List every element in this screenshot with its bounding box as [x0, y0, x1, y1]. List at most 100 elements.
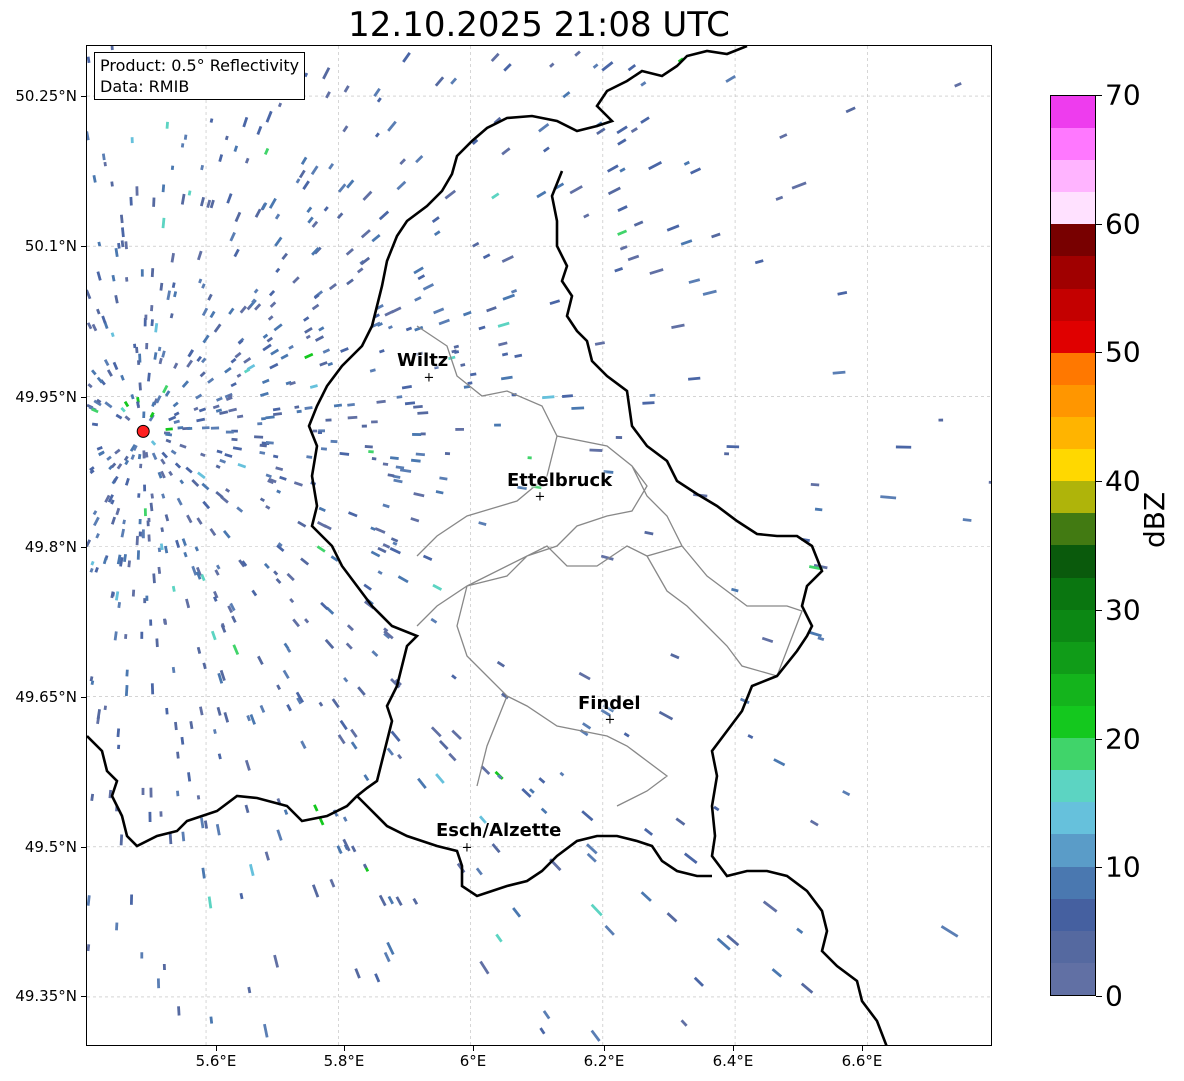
echo-pixel [243, 357, 252, 364]
echo-pixel [383, 951, 391, 963]
echo-pixel [159, 282, 164, 291]
echo-pixel [123, 553, 127, 563]
echo-pixel [251, 589, 258, 597]
y-tick-label: 49.95°N [15, 388, 77, 406]
echo-pixel [176, 790, 180, 797]
echo-pixel [176, 751, 180, 759]
echo-pixel [179, 443, 187, 449]
echo-pixel [244, 759, 251, 771]
echo-pixel [327, 361, 334, 367]
echo-pixel [306, 455, 313, 459]
colorbar-tick-label: 70 [1105, 78, 1141, 112]
echo-pixel [289, 598, 295, 604]
echo-pixel [422, 554, 433, 561]
echo-pixel [274, 213, 281, 220]
echo-pixel [297, 520, 307, 528]
echo-pixel [111, 274, 116, 282]
echo-pixel [215, 396, 223, 402]
echo-pixel [512, 907, 522, 918]
echo-pixel [87, 944, 91, 952]
echo-pixel [583, 213, 590, 219]
echo-pixel [954, 82, 962, 88]
echo-pixel [412, 433, 422, 436]
echo-pixel [402, 52, 411, 63]
colorbar [1050, 95, 1096, 996]
echo-pixel [168, 470, 174, 477]
echo-pixel [219, 458, 226, 464]
echo-pixel [201, 307, 209, 317]
colorbar-tick-label: 0 [1105, 979, 1123, 1013]
echo-pixel [276, 489, 281, 494]
echo-pixel [791, 181, 807, 190]
echo-pixel [644, 530, 654, 536]
y-tick-mark [81, 547, 86, 548]
echo-pixel [265, 415, 275, 420]
echo-pixel [640, 81, 647, 87]
echo-pixel [183, 134, 188, 140]
echo-pixel [170, 252, 175, 263]
y-tick-mark [81, 397, 86, 398]
echo-pixel [259, 451, 266, 455]
echo-pixel [410, 458, 421, 463]
echo-pixel [450, 77, 458, 85]
echo-pixel [93, 516, 100, 527]
echo-pixel [150, 305, 154, 312]
echo-pixel [649, 268, 664, 275]
echo-pixel [328, 282, 338, 291]
echo-pixel [180, 736, 185, 745]
echo-pixel [417, 411, 429, 415]
echo-pixel [269, 362, 279, 370]
echo-pixel [345, 642, 353, 650]
echo-pixel [754, 259, 764, 265]
echo-pixel [282, 669, 290, 679]
echo-pixel [150, 683, 155, 695]
colorbar-segment [1051, 609, 1095, 642]
echo-pixel [279, 475, 287, 481]
echo-pixel [940, 925, 959, 938]
echo-pixel [124, 241, 128, 250]
echo-pixel [197, 250, 203, 261]
echo-pixel [222, 530, 231, 539]
echo-pixel [451, 729, 462, 741]
echo-pixel [574, 50, 581, 57]
echo-pixel [343, 85, 350, 93]
echo-pixel [347, 415, 358, 420]
y-tick-mark [81, 996, 86, 997]
colorbar-segment [1051, 673, 1095, 707]
colorbar-tick-label: 20 [1105, 722, 1141, 756]
x-tick-label: 6°E [459, 1052, 487, 1070]
echo-pixel [201, 283, 206, 289]
echo-pixel [90, 793, 95, 801]
echo-pixel [479, 960, 490, 975]
echo-pixel [120, 374, 125, 381]
echo-pixel [347, 402, 355, 407]
echo-pixel [374, 132, 380, 138]
echo-pixel [94, 566, 99, 573]
echo-pixel [136, 550, 140, 560]
echo-pixel [232, 446, 242, 451]
echo-pixel [148, 811, 152, 823]
echo-pixel [280, 353, 289, 360]
colorbar-segment [1051, 256, 1095, 289]
colorbar-segment [1051, 738, 1095, 771]
echo-pixel [234, 351, 242, 359]
echo-pixel [725, 75, 736, 83]
city-marker-wiltz: + [423, 370, 435, 386]
echo-pixel [177, 1006, 181, 1016]
echo-pixel [261, 202, 268, 211]
echo-pixel [370, 526, 376, 531]
colorbar-segment [1051, 962, 1095, 995]
echo-pixel [460, 363, 466, 367]
colorbar-tick-mark [1096, 738, 1102, 740]
echo-pixel [174, 462, 182, 469]
radar-map[interactable] [86, 45, 992, 1046]
echo-pixel [382, 462, 389, 466]
echo-pixel [363, 774, 370, 782]
echo-pixel [110, 181, 114, 187]
echo-pixel [209, 118, 214, 123]
echo-pixel [214, 569, 220, 576]
echo-pixel [237, 463, 247, 469]
echo-pixel [254, 435, 264, 439]
echo-pixel [310, 165, 319, 176]
echo-pixel [173, 291, 178, 298]
